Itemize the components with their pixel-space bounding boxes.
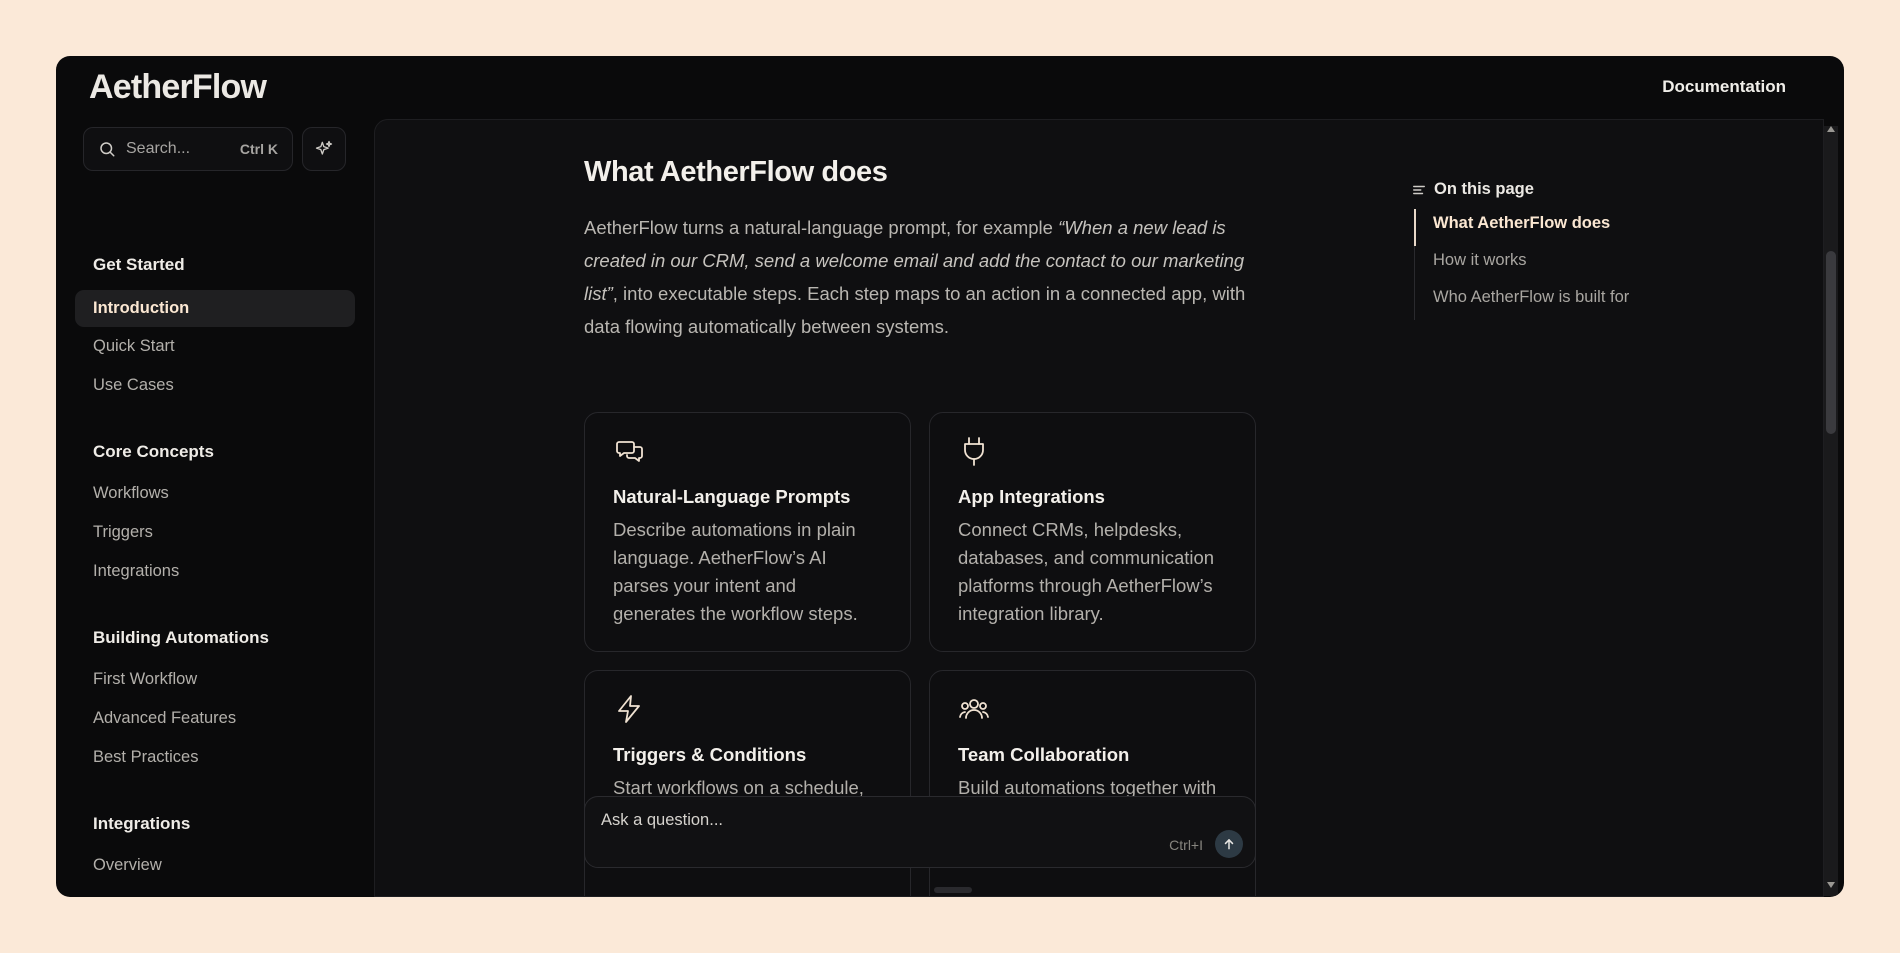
toc-item-what-aetherflow-does[interactable]: What AetherFlow does xyxy=(1433,209,1694,246)
intro-text-start: AetherFlow turns a natural-language prom… xyxy=(584,217,1059,238)
scroll-up-arrow-icon[interactable] xyxy=(1826,124,1836,134)
top-bar: AetherFlow Documentation xyxy=(56,56,1844,119)
logo[interactable]: AetherFlow xyxy=(89,68,267,107)
search-box[interactable]: Search... Ctrl K xyxy=(83,127,293,171)
search-icon xyxy=(100,142,115,157)
search-shortcut: Ctrl K xyxy=(239,141,278,157)
intro-text-end: , into executable steps. Each step maps … xyxy=(584,283,1246,337)
scrollbar-track[interactable] xyxy=(1824,126,1838,896)
card-title: Triggers & Conditions xyxy=(613,744,807,765)
nav-section-integrations: Integrations xyxy=(93,814,191,833)
card-title: Team Collaboration xyxy=(958,744,1130,765)
card-title: Natural-Language Prompts xyxy=(613,486,851,507)
plug-icon xyxy=(964,437,984,466)
sidebar: Search... Ctrl K Get Started Introductio… xyxy=(56,119,366,897)
intro-paragraph: AetherFlow turns a natural-language prom… xyxy=(584,211,1256,343)
sidebar-item-first-workflow[interactable]: First Workflow xyxy=(93,670,197,689)
sidebar-item-best-practices[interactable]: Best Practices xyxy=(93,748,198,767)
main-content-panel: What AetherFlow does AetherFlow turns a … xyxy=(374,119,1824,897)
sidebar-item-advanced-features[interactable]: Advanced Features xyxy=(93,709,236,728)
users-icon xyxy=(959,699,989,719)
scroll-down-arrow-icon[interactable] xyxy=(1826,880,1836,890)
toc-item-how-it-works[interactable]: How it works xyxy=(1433,246,1694,283)
feature-card-natural-language-prompts[interactable]: Natural-Language Prompts Describe automa… xyxy=(584,412,911,652)
card-description: Connect CRMs, helpdesks, databases, and … xyxy=(958,519,1215,624)
card-description: Describe automations in plain language. … xyxy=(613,519,858,624)
sidebar-item-quick-start[interactable]: Quick Start xyxy=(93,337,175,356)
table-of-contents: On this page What AetherFlow does How it… xyxy=(1412,180,1694,320)
page-title: What AetherFlow does xyxy=(584,156,888,188)
ai-assistant-button[interactable] xyxy=(302,127,346,171)
list-icon xyxy=(1413,185,1425,194)
ask-question-box[interactable]: Ask a question... Ctrl+I xyxy=(584,796,1256,868)
lightning-icon xyxy=(618,695,640,723)
sidebar-item-overview[interactable]: Overview xyxy=(93,856,162,875)
ask-shortcut: Ctrl+I xyxy=(1169,837,1203,853)
article: What AetherFlow does AetherFlow turns a … xyxy=(584,156,1256,896)
sidebar-item-triggers[interactable]: Triggers xyxy=(93,523,153,542)
sidebar-item-use-cases[interactable]: Use Cases xyxy=(93,376,174,395)
toc-item-who-aetherflow-is-built-for[interactable]: Who AetherFlow is built for xyxy=(1433,283,1694,320)
toc-active-indicator xyxy=(1414,209,1416,246)
search-placeholder: Search... xyxy=(126,140,191,157)
documentation-link[interactable]: Documentation xyxy=(1662,77,1786,97)
feature-card-app-integrations[interactable]: App Integrations Connect CRMs, helpdesks… xyxy=(929,412,1256,652)
ask-input[interactable]: Ask a question... xyxy=(601,811,723,830)
card-title: App Integrations xyxy=(958,486,1105,507)
chat-bubbles-icon xyxy=(616,441,643,462)
sidebar-item-introduction[interactable]: Introduction xyxy=(75,290,355,327)
nav-section-building-automations: Building Automations xyxy=(93,628,269,647)
sidebar-item-integrations[interactable]: Integrations xyxy=(93,562,179,581)
send-button[interactable] xyxy=(1215,830,1243,858)
toc-list: What AetherFlow does How it works Who Ae… xyxy=(1414,209,1694,320)
toc-heading: On this page xyxy=(1412,180,1694,199)
sidebar-item-workflows[interactable]: Workflows xyxy=(93,484,169,503)
app-window: AetherFlow Documentation Search... Ctrl … xyxy=(56,56,1844,897)
sparkles-icon xyxy=(315,140,333,155)
drag-handle[interactable] xyxy=(934,887,972,893)
arrow-up-icon xyxy=(1224,839,1234,850)
toc-heading-label: On this page xyxy=(1434,180,1534,198)
nav-section-core-concepts: Core Concepts xyxy=(93,442,214,461)
scrollbar-thumb[interactable] xyxy=(1826,251,1836,434)
nav-section-get-started: Get Started xyxy=(93,255,185,274)
